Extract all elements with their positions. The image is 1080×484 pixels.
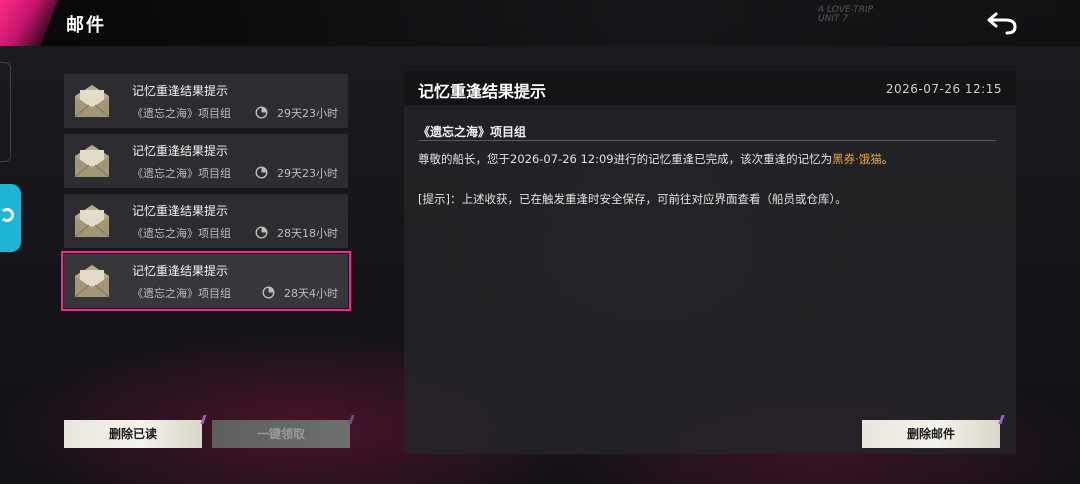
mail-sender: 《遗忘之海》项目组	[132, 287, 231, 300]
body-text-end: 。	[881, 152, 894, 166]
mail-item[interactable]: 记忆重逢结果提示 《遗忘之海》项目组 29天23小时	[64, 134, 348, 188]
header-accent	[0, 0, 58, 46]
mail-detail-panel: 记忆重逢结果提示 2026-07-26 12:15 《遗忘之海》项目组 尊敬的船…	[404, 71, 1016, 454]
detail-sender: 《遗忘之海》项目组	[418, 125, 527, 139]
detail-header: 记忆重逢结果提示 2026-07-26 12:15	[404, 71, 1016, 105]
reward-highlight: 黑券·饿猫	[832, 152, 882, 166]
mail-title: 记忆重逢结果提示	[132, 144, 229, 158]
mail-time-left: 29天23小时	[277, 167, 338, 180]
mail-sender: 《遗忘之海》项目组	[132, 167, 231, 180]
side-frame	[0, 62, 11, 162]
clock-icon	[262, 286, 275, 299]
side-tab-icon	[0, 208, 14, 222]
clock-icon	[255, 226, 268, 239]
body-text: 尊敬的船长，您于2026-07-26 12:09进行的记忆重逢已完成，该次重逢的…	[418, 152, 833, 166]
mail-list: 记忆重逢结果提示 《遗忘之海》项目组 29天23小时 记忆重逢结果提示 《遗忘之…	[61, 74, 351, 314]
back-button[interactable]	[986, 10, 1020, 36]
envelope-icon	[74, 265, 110, 298]
detail-title: 记忆重逢结果提示	[418, 82, 547, 101]
page-title: 邮件	[66, 15, 106, 36]
watermark-line-2: UNIT 7	[818, 14, 849, 24]
top-bar: 邮件 A LOVE-TRIP UNIT 7	[0, 0, 1080, 46]
mail-time-left: 29天23小时	[277, 107, 338, 120]
delete-mail-button[interactable]: 删除邮件	[862, 420, 1000, 448]
envelope-icon	[74, 205, 110, 238]
mail-title: 记忆重逢结果提示	[132, 204, 229, 218]
clock-icon	[255, 106, 268, 119]
mail-item-selected[interactable]: 记忆重逢结果提示 《遗忘之海》项目组 28天4小时	[61, 251, 351, 311]
mail-time-left: 28天18小时	[277, 227, 338, 240]
mail-title: 记忆重逢结果提示	[132, 84, 229, 98]
detail-hint: [提示]：上述收获，已在触发重逢时安全保存，可前往对应界面查看（船员或仓库）。	[418, 192, 847, 206]
mail-item[interactable]: 记忆重逢结果提示 《遗忘之海》项目组 28天18小时	[64, 194, 348, 248]
mail-time-left: 28天4小时	[284, 287, 338, 300]
detail-date: 2026-07-26 12:15	[885, 82, 1002, 96]
claim-all-button[interactable]: 一键领取	[212, 420, 350, 448]
clock-icon	[255, 166, 268, 179]
mail-sender: 《遗忘之海》项目组	[132, 107, 231, 120]
mail-sender: 《遗忘之海》项目组	[132, 227, 231, 240]
envelope-icon	[74, 145, 110, 178]
header-watermark: A LOVE-TRIP UNIT 7	[818, 6, 898, 24]
delete-read-button[interactable]: 删除已读	[64, 420, 202, 448]
back-arrow-icon	[987, 12, 1017, 35]
detail-body: 尊敬的船长，您于2026-07-26 12:09进行的记忆重逢已完成，该次重逢的…	[418, 151, 893, 167]
mail-item[interactable]: 记忆重逢结果提示 《遗忘之海》项目组 29天23小时	[64, 74, 348, 128]
envelope-icon	[74, 85, 110, 118]
divider	[418, 140, 996, 141]
mail-title: 记忆重逢结果提示	[132, 264, 229, 278]
